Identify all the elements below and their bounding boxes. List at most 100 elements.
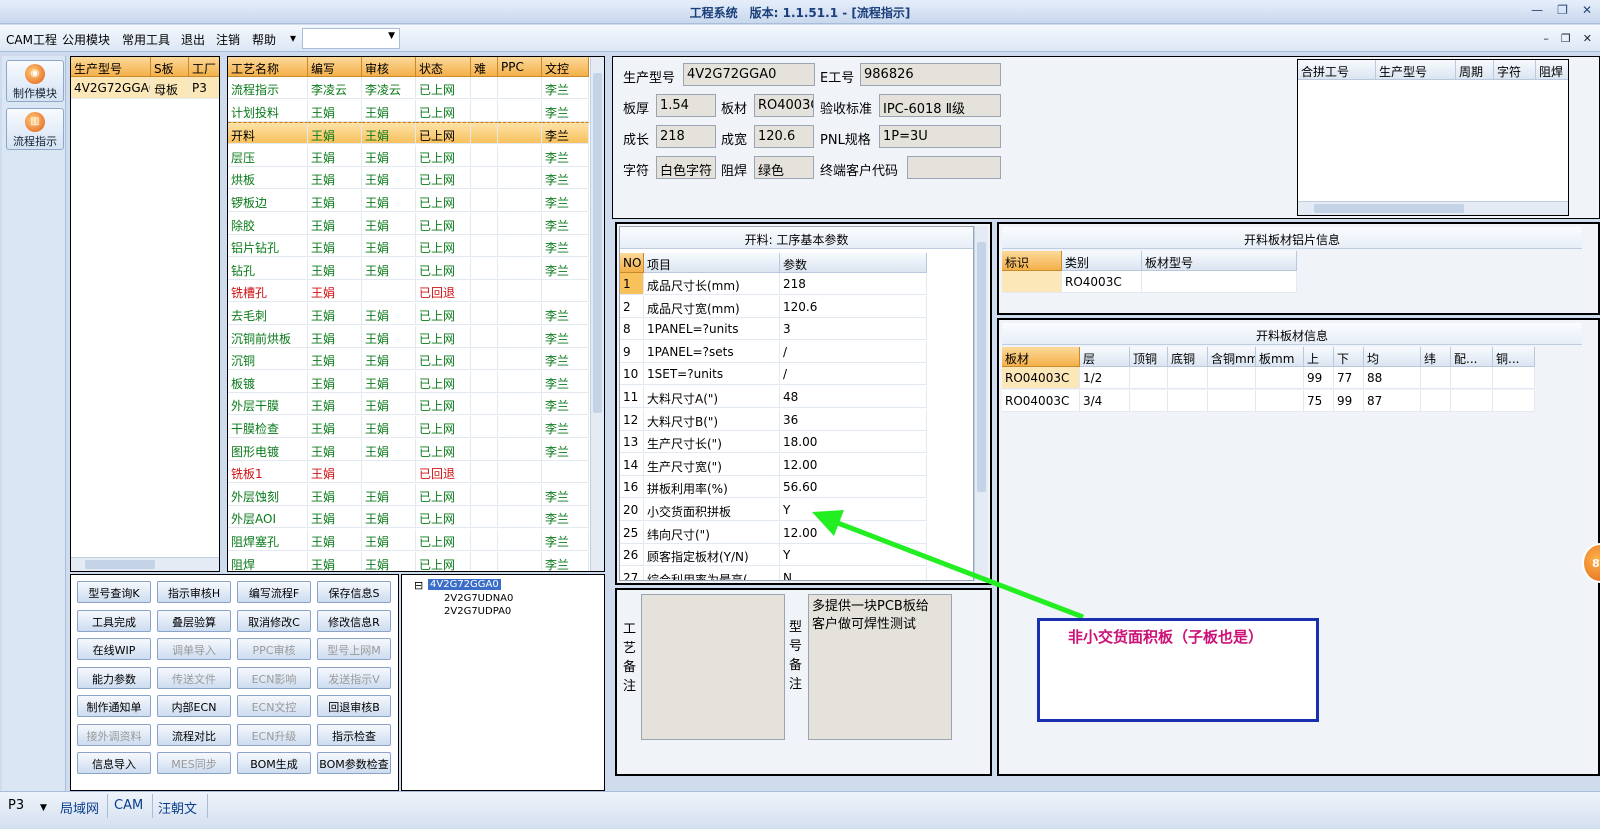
table-cell[interactable]: 拼板利用率(%) [644, 476, 780, 499]
table-cell[interactable] [498, 303, 542, 325]
table-cell[interactable]: 王娟 [308, 348, 362, 371]
table-cell[interactable] [498, 122, 542, 145]
column-header[interactable]: 上 [1304, 347, 1334, 367]
action-button[interactable]: 取消修改C [237, 609, 311, 632]
table-cell[interactable]: 1PANEL=?sets [644, 340, 780, 363]
table-cell[interactable] [471, 348, 498, 371]
table-cell[interactable]: 王娟 [308, 416, 362, 438]
table-cell[interactable]: 王娟 [308, 280, 362, 303]
table-cell[interactable]: 已上网 [416, 212, 471, 235]
table-cell[interactable] [498, 235, 542, 258]
table-cell[interactable] [498, 77, 542, 99]
table-cell[interactable]: 已上网 [416, 348, 471, 371]
process-remark-textarea[interactable] [641, 594, 785, 740]
table-cell[interactable]: 56.60 [780, 476, 927, 499]
table-cell[interactable] [1493, 389, 1535, 412]
tree-toggle-icon[interactable]: ⊟ [414, 579, 423, 592]
table-cell[interactable]: 大料尺寸B(") [644, 408, 780, 431]
table-cell[interactable]: 已上网 [416, 393, 471, 416]
table-cell[interactable] [1142, 271, 1297, 293]
table-cell[interactable] [471, 144, 498, 167]
table-cell[interactable] [1256, 367, 1304, 389]
table-cell[interactable]: 16 [620, 476, 644, 499]
table-cell[interactable]: 已上网 [416, 77, 471, 99]
table-cell[interactable]: 13 [620, 431, 644, 454]
vertical-scrollbar[interactable] [590, 57, 604, 571]
table-cell[interactable]: 已上网 [416, 122, 471, 145]
table-cell[interactable]: 王娟 [362, 348, 416, 371]
table-cell[interactable] [471, 416, 498, 438]
menu-tools[interactable]: 常用工具 [122, 31, 170, 48]
table-cell[interactable]: 沉铜 [228, 348, 308, 371]
table-cell[interactable]: RO04003C [1002, 367, 1080, 389]
table-cell[interactable] [498, 167, 542, 190]
table-cell[interactable]: 除胶 [228, 212, 308, 235]
table-cell[interactable]: 已上网 [416, 416, 471, 438]
table-cell[interactable]: / [780, 363, 927, 386]
tree-child[interactable]: 2V2G7UDPA0 [444, 606, 511, 617]
table-cell[interactable]: 流程指示 [228, 77, 308, 99]
table-cell[interactable]: 铣槽孔 [228, 280, 308, 303]
table-cell[interactable]: 已上网 [416, 144, 471, 167]
tree-child[interactable]: 2V2G7UDNA0 [444, 593, 513, 604]
table-cell[interactable]: 王娟 [362, 325, 416, 348]
column-header[interactable]: 生产型号 [71, 57, 151, 77]
factory-selector[interactable]: P3 [8, 795, 24, 817]
action-button[interactable]: 内部ECN [157, 695, 231, 717]
sidebar-item-make-module[interactable]: ◉ 制作模块 [6, 60, 64, 102]
table-cell[interactable]: 李凌云 [362, 77, 416, 99]
table-cell[interactable]: / [780, 340, 927, 363]
column-header[interactable]: 工艺名称 [228, 57, 308, 77]
table-cell[interactable]: 77 [1334, 367, 1364, 389]
table-cell[interactable]: 已上网 [416, 257, 471, 280]
table-cell[interactable]: 母板 [151, 77, 189, 99]
table-cell[interactable] [1168, 389, 1208, 412]
table-cell[interactable] [498, 461, 542, 484]
table-cell[interactable] [471, 438, 498, 461]
table-cell[interactable]: 干膜检查 [228, 416, 308, 438]
table-cell[interactable] [1208, 367, 1256, 389]
mdi-minimize-icon[interactable]: – [1543, 32, 1549, 45]
table-cell[interactable]: 李兰 [542, 190, 589, 212]
table-cell[interactable]: 图形电镀 [228, 438, 308, 461]
table-cell[interactable] [498, 325, 542, 348]
table-cell[interactable]: 王娟 [308, 506, 362, 529]
table-cell[interactable]: 王娟 [308, 461, 362, 484]
width-field[interactable]: 120.6 [754, 125, 814, 148]
table-cell[interactable]: 王娟 [362, 190, 416, 212]
action-button[interactable]: 保存信息S [317, 581, 391, 603]
column-header[interactable]: 阻焊 [1536, 60, 1568, 80]
column-header[interactable]: 底铜 [1168, 347, 1208, 367]
table-cell[interactable] [542, 461, 589, 484]
table-cell[interactable]: 已上网 [416, 370, 471, 393]
column-header[interactable]: 均 [1364, 347, 1421, 367]
scroll-thumb[interactable] [977, 242, 986, 492]
table-cell[interactable]: 王娟 [308, 190, 362, 212]
table-cell[interactable]: 王娟 [308, 483, 362, 506]
action-button[interactable]: 在线WIP [77, 638, 151, 660]
table-cell[interactable]: 王娟 [362, 416, 416, 438]
table-cell[interactable] [498, 212, 542, 235]
table-cell[interactable] [1451, 367, 1493, 389]
table-cell[interactable]: 已上网 [416, 99, 471, 122]
action-button[interactable]: 型号查询K [77, 581, 151, 603]
table-cell[interactable] [471, 190, 498, 212]
table-cell[interactable] [471, 122, 498, 145]
column-header[interactable]: S板 [151, 57, 189, 77]
table-cell[interactable] [471, 393, 498, 416]
table-cell[interactable]: 已回退 [416, 280, 471, 303]
table-cell[interactable]: 1SET=?units [644, 363, 780, 386]
table-cell[interactable]: 生产尺寸宽(") [644, 453, 780, 476]
eno-field[interactable]: 986826 [860, 63, 1001, 86]
column-header[interactable]: 配... [1451, 347, 1493, 367]
column-header[interactable]: 含铜mm [1208, 347, 1256, 367]
table-cell[interactable]: 王娟 [308, 393, 362, 416]
table-cell[interactable]: 120.6 [780, 295, 927, 318]
close-icon[interactable]: ✕ [1582, 3, 1592, 17]
table-cell[interactable]: 王娟 [362, 122, 416, 145]
table-cell[interactable]: 顾客指定板材(Y/N) [644, 544, 780, 567]
table-cell[interactable]: 小交货面积拼板 [644, 499, 780, 521]
table-cell[interactable]: 李兰 [542, 235, 589, 258]
table-cell[interactable]: 王娟 [308, 325, 362, 348]
table-cell[interactable]: 3/4 [1080, 389, 1130, 412]
